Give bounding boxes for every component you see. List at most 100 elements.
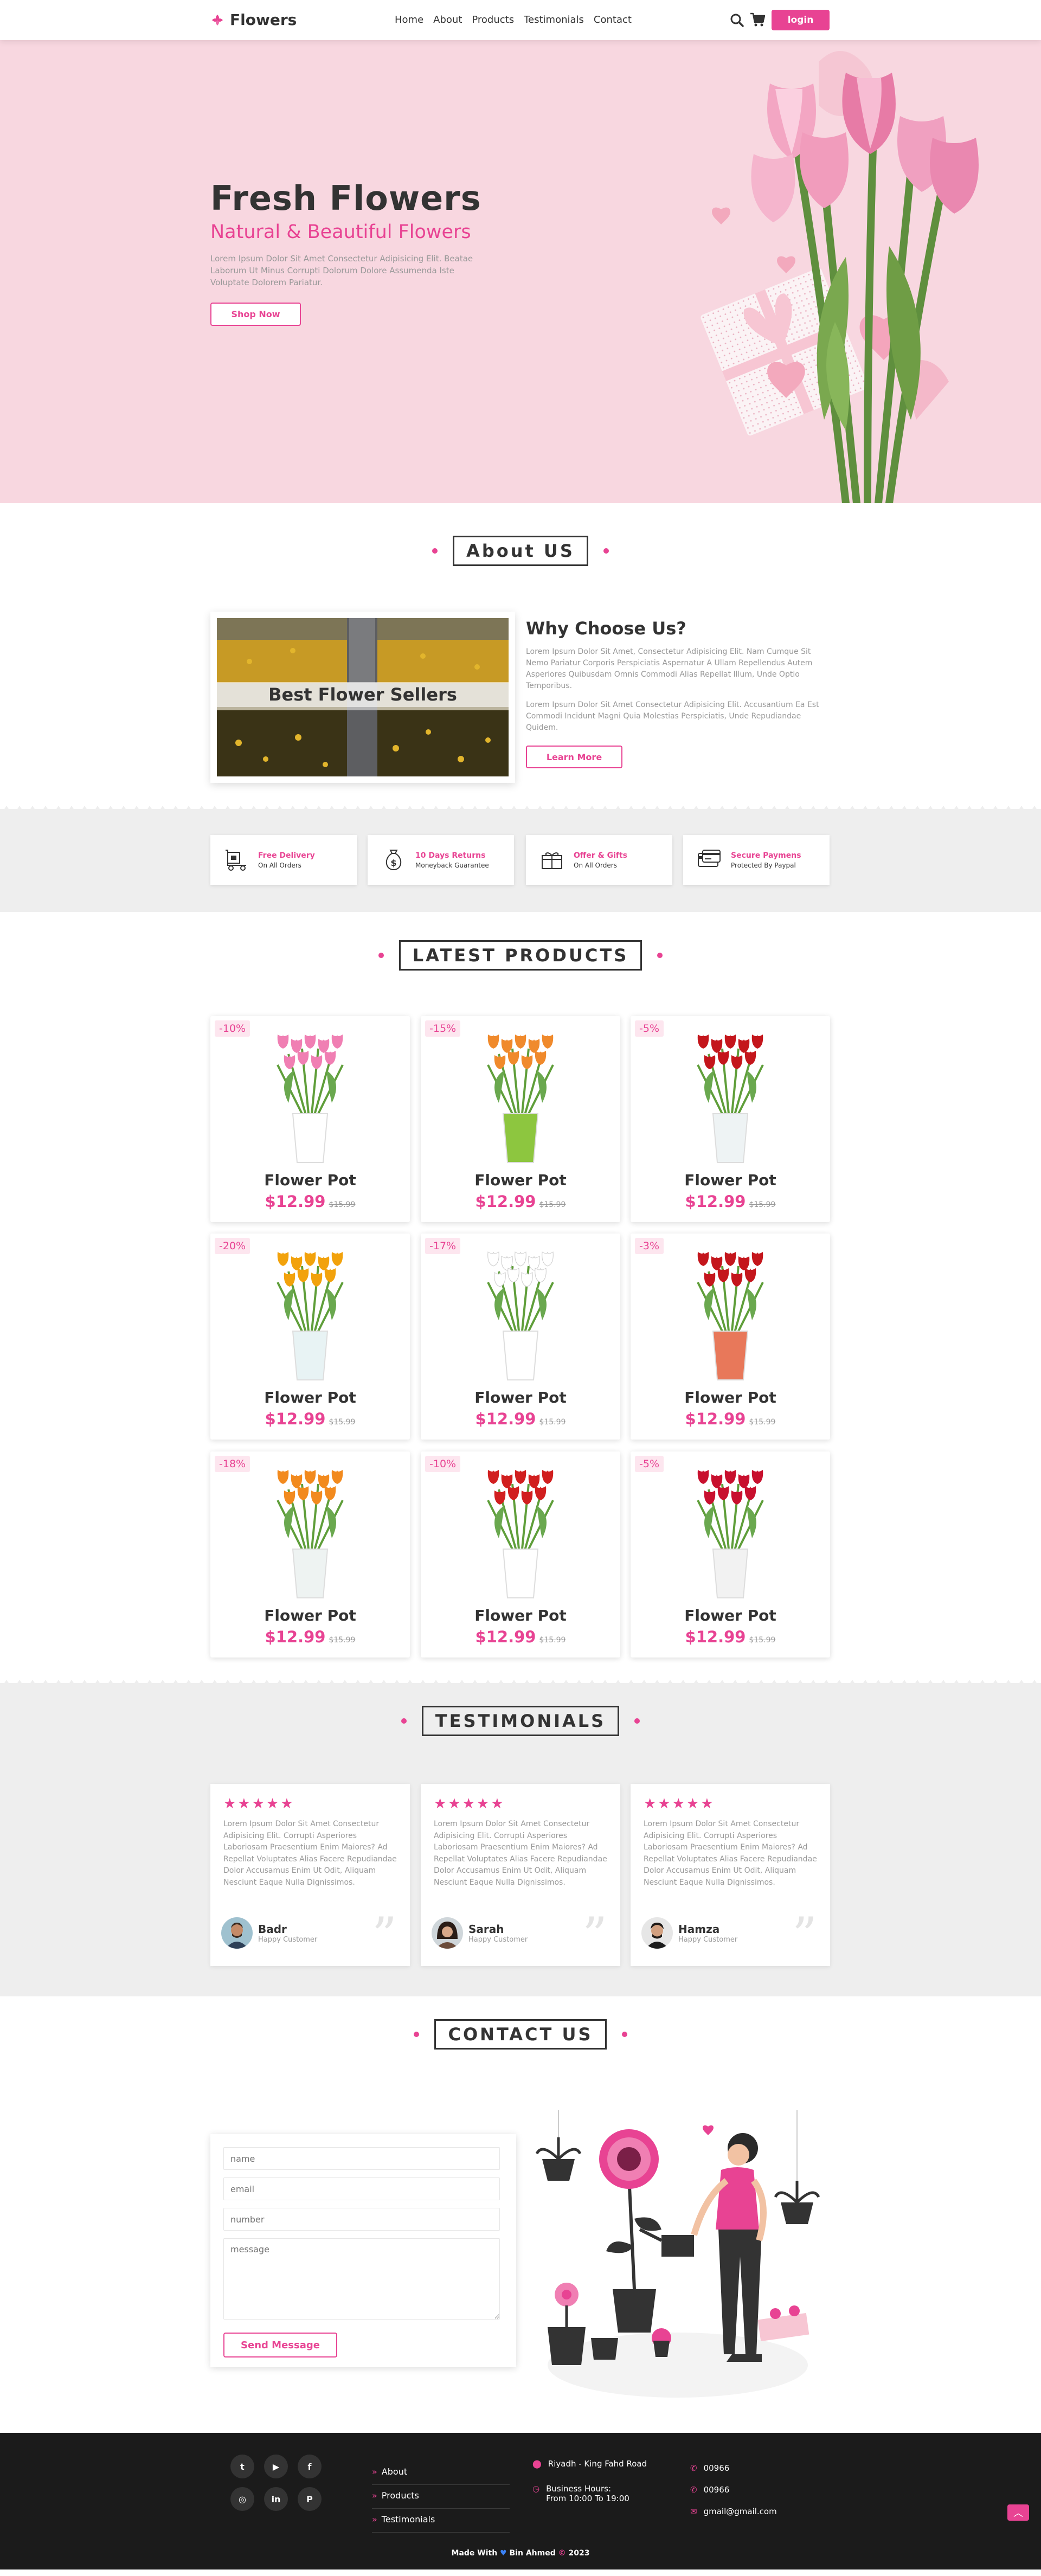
testimonial-name: Hamza	[678, 1922, 720, 1936]
product-card[interactable]: -17% Flower Pot $12.99 $15.99	[421, 1234, 620, 1440]
testimonial-card: ★★★★★ Lorem Ipsum Dolor Sit Amet Consect…	[210, 1784, 410, 1966]
current-price: $12.99	[265, 1410, 326, 1428]
footer-link-about[interactable]: » About	[372, 2461, 510, 2485]
footer-link-products[interactable]: » Products	[372, 2485, 510, 2509]
send-message-button[interactable]: Send Message	[223, 2333, 337, 2357]
product-card[interactable]: -20% Flower Pot $12.99 $15.99	[210, 1234, 410, 1440]
linkedin-icon[interactable]: in	[264, 2487, 288, 2511]
feature-title: Free Delivery	[258, 851, 315, 860]
feature-subtitle: Moneyback Guarantee	[415, 861, 489, 869]
phone-icon: ✆	[690, 2463, 697, 2473]
clock-icon: ◷	[532, 2484, 540, 2494]
nav-home[interactable]: Home	[395, 14, 423, 25]
product-card[interactable]: -5% Flower Pot $12.99 $15.99	[631, 1016, 830, 1222]
zigzag-divider	[0, 806, 1041, 815]
testimonial-role: Happy Customer	[678, 1935, 738, 1944]
testimonial-role: Happy Customer	[468, 1935, 528, 1944]
testimonial-text: Lorem Ipsum Dolor Sit Amet Consectetur A…	[434, 1820, 607, 1887]
about-heading-title: About US	[453, 536, 588, 566]
product-price: $12.99 $15.99	[421, 1192, 620, 1211]
hero-description: Lorem Ipsum Dolor Sit Amet Consectetur A…	[210, 254, 473, 287]
heading-dot	[634, 1718, 640, 1724]
feature-subtitle: On All Orders	[574, 861, 617, 869]
instagram-icon[interactable]: ◎	[230, 2487, 254, 2511]
testimonial-user: Sarah Happy Customer	[432, 1917, 528, 1949]
nav-about[interactable]: About	[433, 14, 462, 25]
login-button[interactable]: login	[772, 10, 830, 30]
heading-dot	[401, 1718, 407, 1724]
footer: t ▶ f ◎ in P » About » Products » Testimoni…	[0, 2433, 1041, 2569]
name-input[interactable]	[223, 2147, 500, 2170]
flower-pot-image	[487, 1035, 554, 1163]
copyright-icon: ©	[558, 2549, 566, 2558]
hero-tulips-image	[520, 40, 1041, 503]
product-price: $12.99 $15.99	[210, 1410, 410, 1428]
pinterest-icon[interactable]: P	[298, 2487, 322, 2511]
flower-pot-image	[697, 1470, 764, 1598]
old-price: $15.99	[329, 1200, 356, 1209]
number-input[interactable]	[223, 2208, 500, 2231]
testimonial-card: ★★★★★ Lorem Ipsum Dolor Sit Amet Consect…	[631, 1784, 830, 1966]
flower-pot-image	[277, 1035, 344, 1163]
hero-subtitle: Natural & Beautiful Flowers	[210, 221, 471, 243]
product-name: Flower Pot	[474, 1607, 567, 1624]
product-card[interactable]: -10% Flower Pot $12.99 $15.99	[210, 1016, 410, 1222]
old-price: $15.99	[539, 1200, 566, 1209]
shop-now-button[interactable]: Shop Now	[210, 303, 301, 326]
product-name: Flower Pot	[684, 1389, 776, 1406]
message-textarea[interactable]	[223, 2238, 500, 2320]
logo[interactable]: Flowers	[210, 11, 297, 29]
products-heading-title: LATEST PRODUCTS	[399, 940, 642, 971]
email-input[interactable]	[223, 2177, 500, 2200]
old-price: $15.99	[749, 1200, 776, 1209]
product-price: $12.99 $15.99	[210, 1628, 410, 1646]
credit-prefix: Made With	[451, 2549, 498, 2558]
hero-text: Fresh Flowers Natural & Beautiful Flower…	[210, 178, 514, 326]
nav-testimonials[interactable]: Testimonials	[524, 14, 584, 25]
product-name: Flower Pot	[684, 1607, 776, 1624]
hero-section: Fresh Flowers Natural & Beautiful Flower…	[0, 40, 1041, 503]
twitter-icon[interactable]: t	[230, 2455, 254, 2478]
testimonial-role: Happy Customer	[258, 1935, 318, 1944]
double-chevron-icon: »	[372, 2466, 377, 2477]
discount-badge: -10%	[425, 1456, 461, 1472]
about-image-card: Best Flower Sellers	[210, 612, 515, 783]
flower-pot-image	[277, 1470, 344, 1598]
zigzag-divider	[0, 1680, 1041, 1690]
nav-products[interactable]: Products	[472, 14, 514, 25]
footer-link-testimonials[interactable]: » Testimonials	[372, 2509, 510, 2533]
footer-link-label: About	[381, 2466, 408, 2477]
email-text[interactable]: gmail@gmail.com	[704, 2507, 777, 2516]
social-links: t ▶ f ◎ in P	[230, 2455, 322, 2511]
testimonial-user: Hamza Happy Customer	[641, 1917, 737, 1949]
product-name: Flower Pot	[474, 1389, 567, 1406]
phone-2[interactable]: 00966	[704, 2485, 730, 2495]
product-card[interactable]: -5% Flower Pot $12.99 $15.99	[631, 1451, 830, 1658]
delivery-icon	[226, 850, 246, 871]
product-card[interactable]: -15% Flower Pot $12.99 $15.99	[421, 1016, 620, 1222]
feature-title: 10 Days Returns	[415, 851, 486, 860]
facebook-icon[interactable]: f	[298, 2455, 322, 2478]
svg-text:$: $	[390, 858, 396, 868]
products-heading: LATEST PRODUCTS	[0, 940, 1041, 971]
gardening-illustration	[535, 2110, 820, 2398]
scroll-top-button[interactable]: ︿	[1007, 2504, 1029, 2521]
product-card[interactable]: -10% Flower Pot $12.99 $15.99	[421, 1451, 620, 1658]
current-price: $12.99	[475, 1192, 536, 1211]
search-icon[interactable]	[730, 13, 744, 27]
product-card[interactable]: -3% Flower Pot $12.99 $15.99	[631, 1234, 830, 1440]
flower-pot-image	[487, 1251, 554, 1380]
current-price: $12.99	[685, 1192, 746, 1211]
location-pin-icon: ⬤	[532, 2459, 542, 2469]
cart-icon[interactable]	[750, 12, 765, 27]
phone-1[interactable]: 00966	[704, 2463, 730, 2473]
feature-subtitle: Protected By Paypal	[731, 861, 796, 869]
double-chevron-icon: »	[372, 2514, 377, 2524]
product-card[interactable]: -18% Flower Pot $12.99 $15.99	[210, 1451, 410, 1658]
quote-icon: ”	[582, 1907, 607, 1964]
youtube-icon[interactable]: ▶	[264, 2455, 288, 2478]
discount-badge: -10%	[215, 1020, 250, 1037]
nav-contact[interactable]: Contact	[594, 14, 632, 25]
learn-more-button[interactable]: Learn More	[526, 746, 622, 768]
testimonial-user: Badr Happy Customer	[221, 1917, 317, 1949]
